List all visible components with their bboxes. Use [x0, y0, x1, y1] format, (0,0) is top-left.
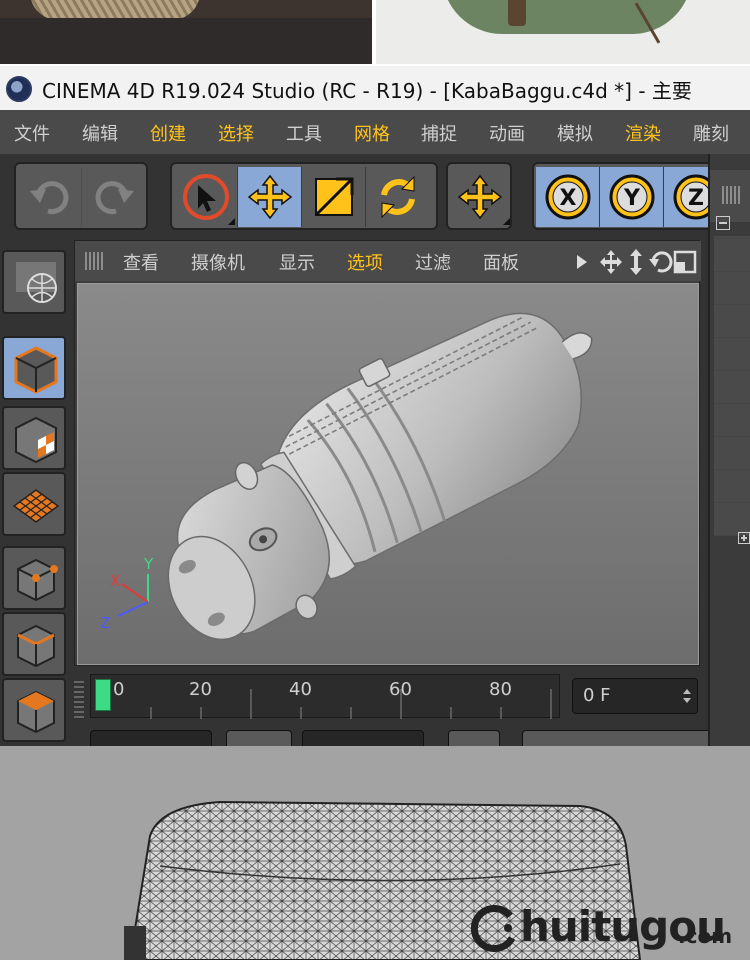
viewport-panel: 查看 摄像机 显示 选项 过滤 面板 Y X Z	[74, 240, 701, 666]
product-photo-strip	[0, 0, 750, 66]
frame-range-slider[interactable]	[226, 730, 292, 746]
pan-view-icon[interactable]	[600, 250, 622, 274]
menu-snap[interactable]: 捕捉	[421, 120, 457, 146]
viewport-nav-icons	[577, 249, 697, 275]
window-title-bar: CINEMA 4D R19.024 Studio (RC - R19) - [K…	[0, 66, 750, 110]
panel-grip-icon[interactable]	[722, 186, 742, 204]
menu-create[interactable]: 创建	[150, 120, 186, 146]
viewport-menu-panel[interactable]: 面板	[483, 249, 519, 275]
menu-simulate[interactable]: 模拟	[557, 120, 593, 146]
menu-tools[interactable]: 工具	[286, 120, 322, 146]
site-watermark: huitugou .com	[468, 898, 748, 958]
viewport-menu-display[interactable]: 显示	[279, 249, 315, 275]
viewport-menu-filter[interactable]: 过滤	[415, 249, 451, 275]
collapse-icon[interactable]	[716, 216, 730, 230]
menu-render[interactable]: 渲染	[625, 120, 661, 146]
menu-animate[interactable]: 动画	[489, 120, 525, 146]
gizmo-y-label: Y	[143, 555, 154, 573]
texture-mode-icon[interactable]	[2, 406, 66, 470]
viewport-menu-options[interactable]: 选项	[347, 249, 383, 275]
redo-icon[interactable]	[82, 167, 146, 227]
left-tool-palette	[0, 240, 70, 746]
timeline-grip-icon[interactable]	[74, 678, 84, 718]
gizmo-x-label: X	[110, 572, 120, 590]
menu-select[interactable]: 选择	[218, 120, 254, 146]
photo-bag	[376, 0, 750, 64]
main-menu-bar: 文件 编辑 创建 选择 工具 网格 捕捉 动画 模拟 渲染 雕刻	[0, 110, 750, 154]
y-axis-icon[interactable]: Y	[600, 167, 664, 227]
expand-icon[interactable]	[738, 532, 750, 544]
edges-mode-icon[interactable]	[2, 612, 66, 676]
viewport-menu-camera[interactable]: 摄像机	[191, 249, 245, 275]
workplane-icon[interactable]	[2, 472, 66, 536]
x-axis-icon[interactable]: X	[536, 167, 600, 227]
object-list[interactable]	[714, 236, 750, 536]
scale-icon[interactable]	[302, 167, 366, 227]
menu-sculpt[interactable]: 雕刻	[693, 120, 729, 146]
toggle-view-icon[interactable]	[673, 250, 697, 274]
polygons-mode-icon[interactable]	[2, 678, 66, 742]
zoom-view-icon[interactable]	[630, 249, 642, 275]
3d-viewport[interactable]: Y X Z	[77, 283, 699, 665]
frame-spinner-icon[interactable]	[683, 687, 691, 705]
model-mode-icon[interactable]	[2, 336, 66, 400]
move-tool-group	[446, 162, 512, 230]
points-mode-icon[interactable]	[2, 546, 66, 610]
play-controls-group[interactable]	[522, 730, 722, 746]
transform-tools-group	[170, 162, 438, 230]
watermark-logo-icon	[470, 905, 516, 952]
x-axis-label: X	[560, 186, 577, 211]
wireframe-render: huitugou .com	[0, 746, 750, 960]
watermark-domain: .com	[678, 924, 733, 948]
panel-grip-icon[interactable]	[85, 252, 105, 270]
rotate-icon[interactable]	[366, 167, 430, 227]
current-frame-field[interactable]: 0 F	[572, 678, 698, 714]
undo-icon[interactable]	[18, 167, 82, 227]
viewport-menu-bar: 查看 摄像机 显示 选项 过滤 面板	[75, 241, 701, 281]
orbit-view-icon[interactable]	[649, 251, 673, 273]
undo-redo-group	[14, 162, 148, 230]
viewport-menu-view[interactable]: 查看	[123, 249, 159, 275]
z-axis-label: Z	[688, 186, 704, 211]
gizmo-z-label: Z	[100, 614, 110, 632]
min-frame-field[interactable]	[90, 730, 212, 746]
go-to-start-button[interactable]	[448, 730, 500, 746]
move-icon[interactable]	[238, 167, 302, 227]
current-frame-value: 0 F	[583, 685, 611, 706]
timeline-ruler[interactable]: 0 20 40 60 80	[90, 674, 560, 719]
main-toolbar: X Y Z	[0, 154, 728, 240]
axis-gizmo: Y X Z	[100, 555, 154, 632]
move-tool-icon[interactable]	[448, 167, 512, 227]
more-arrow-icon[interactable]	[577, 255, 587, 269]
y-axis-label: Y	[623, 186, 641, 211]
menu-edit[interactable]: 编辑	[82, 120, 118, 146]
axis-lock-group: X Y Z	[532, 162, 728, 230]
live-selection-icon[interactable]	[174, 167, 238, 227]
cinema4d-logo-icon	[6, 76, 32, 102]
menu-mesh[interactable]: 网格	[354, 120, 390, 146]
viewport-solo-icon[interactable]	[2, 250, 66, 314]
max-frame-field[interactable]	[302, 730, 424, 746]
menu-file[interactable]: 文件	[14, 120, 50, 146]
window-title: CINEMA 4D R19.024 Studio (RC - R19) - [K…	[42, 79, 692, 103]
timeline-ticks	[150, 689, 552, 719]
photo-basket	[0, 0, 372, 64]
object-manager-header	[710, 170, 750, 222]
object-manager-panel	[708, 154, 750, 746]
cinema4d-app: 文件 编辑 创建 选择 工具 网格 捕捉 动画 模拟 渲染 雕刻 X Y Z 查…	[0, 110, 750, 746]
hippo-bag-model: Y X Z	[100, 312, 593, 641]
playback-controls-row	[90, 728, 722, 746]
